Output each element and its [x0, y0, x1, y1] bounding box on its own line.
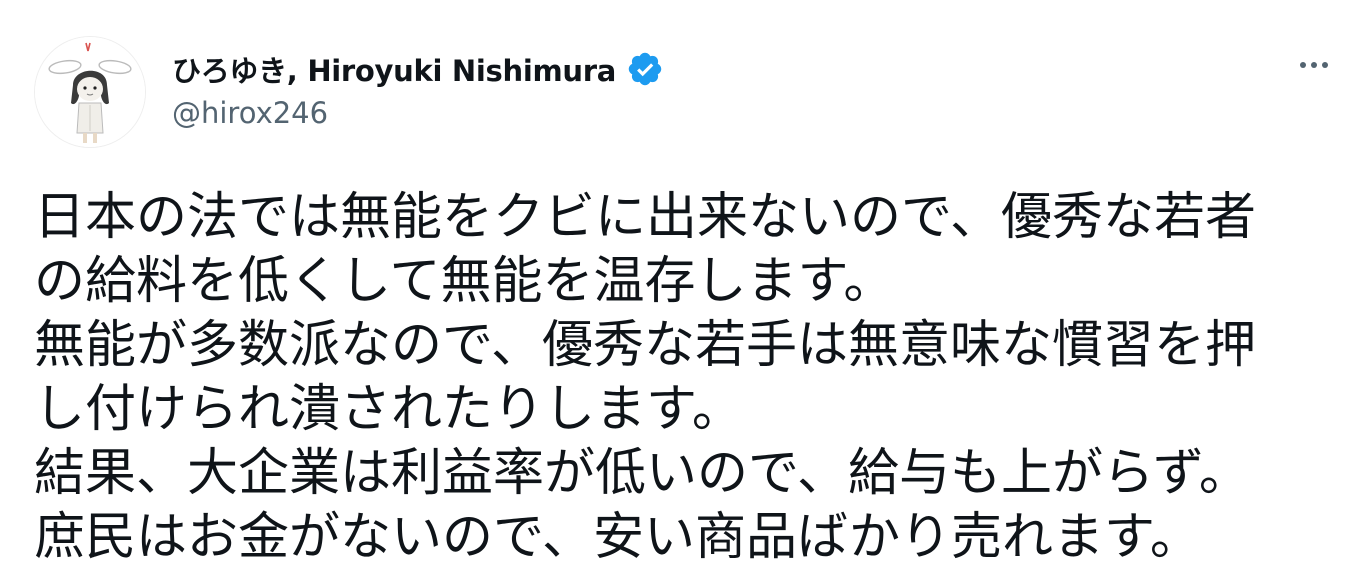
more-dot: [1322, 62, 1328, 68]
more-dot: [1300, 62, 1306, 68]
more-dot: [1311, 62, 1317, 68]
author-name-row: ひろゆき, Hiroyuki Nishimura: [172, 46, 664, 92]
tweet-text: 日本の法では無能をクビに出来ないので、優秀な若者 の給料を低くして無能を温存しま…: [34, 186, 1344, 570]
more-options-icon[interactable]: [1292, 48, 1336, 82]
author-handle[interactable]: @hirox246: [172, 96, 664, 130]
tweet-card: ひろゆき, Hiroyuki Nishimura @hirox246 日本の法で…: [0, 0, 1366, 586]
tweet-text-line: 無能が多数派なので、優秀な若手は無意味な慣習を押: [34, 316, 1256, 375]
tweet-text-line: の給料を低くして無能を温存します。: [34, 252, 895, 311]
avatar-illustration-icon: [35, 37, 145, 147]
verified-badge-icon: [626, 50, 664, 88]
tweet-text-line: 結果、大企業は利益率が低いので、給与も上がらず。: [34, 444, 1250, 503]
author-display-name[interactable]: ひろゆき, Hiroyuki Nishimura: [172, 48, 616, 90]
tweet-author: ひろゆき, Hiroyuki Nishimura @hirox246: [172, 46, 664, 146]
tweet-text-line: 庶民はお金がないので、安い商品ばかり売れます。: [34, 508, 1201, 567]
tweet-text-line: 日本の法では無能をクビに出来ないので、優秀な若者: [34, 188, 1256, 247]
tweet-text-line: し付けられ潰されたりします。: [34, 380, 743, 439]
avatar[interactable]: [34, 36, 146, 148]
